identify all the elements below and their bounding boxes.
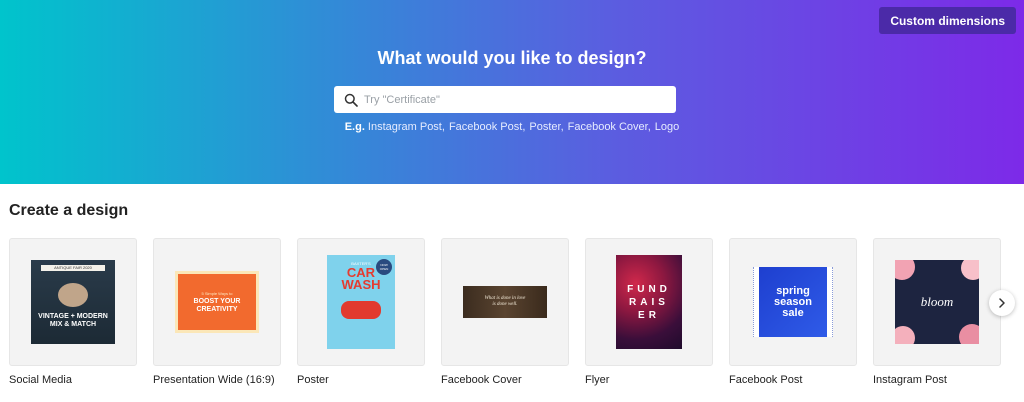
flower-decoration [961, 260, 979, 280]
flower-decoration [959, 324, 979, 344]
design-thumbnail: bloom [873, 238, 1001, 366]
flyer-preview: FUND RAIS ER [616, 255, 682, 349]
flower-decoration [895, 326, 915, 344]
chevron-right-icon [999, 298, 1005, 308]
design-card-instagram-post[interactable]: bloom Instagram Post [873, 238, 1001, 386]
social-media-preview: ANTIQUE FAIR 2020 VINTAGE + MODERN MIX &… [31, 260, 115, 344]
facebook-post-preview: spring season sale [753, 267, 833, 337]
design-thumbnail: 5 Simple Ways to BOOST YOUR CREATIVITY [153, 238, 281, 366]
design-thumbnail: ANTIQUE FAIR 2020 VINTAGE + MODERN MIX &… [9, 238, 137, 366]
carousel-next-button[interactable] [989, 290, 1015, 316]
hero-banner: Custom dimensions What would you like to… [0, 0, 1024, 184]
flower-decoration [895, 260, 915, 280]
example-searches: E.g. Instagram Post, Facebook Post, Poster,… [344, 121, 680, 133]
example-link-facebook-post[interactable]: Facebook Post [449, 121, 522, 133]
examples-prefix: E.g. [344, 121, 365, 133]
presentation-preview: 5 Simple Ways to BOOST YOUR CREATIVITY [175, 271, 259, 333]
example-link-instagram-post[interactable]: Instagram Post [368, 121, 442, 133]
photo-placeholder [58, 283, 88, 307]
design-search[interactable] [334, 86, 676, 113]
design-thumbnail: What is done in love is done well. [441, 238, 569, 366]
car-illustration [341, 301, 381, 319]
section-title: Create a design [9, 202, 129, 219]
design-card-presentation-wide[interactable]: 5 Simple Ways to BOOST YOUR CREATIVITY P… [153, 238, 281, 386]
design-card-flyer[interactable]: FUND RAIS ER Flyer [585, 238, 713, 386]
design-card-label: Presentation Wide (16:9) [153, 374, 275, 386]
design-card-poster[interactable]: BAXTER'S CAR WASH NOW OPEN Poster [297, 238, 425, 386]
design-type-carousel: ANTIQUE FAIR 2020 VINTAGE + MODERN MIX &… [9, 238, 1024, 398]
design-card-facebook-cover[interactable]: What is done in love is done well. Faceb… [441, 238, 569, 386]
design-card-label: Facebook Cover [441, 374, 522, 386]
poster-preview: BAXTER'S CAR WASH NOW OPEN [327, 255, 395, 349]
design-card-label: Social Media [9, 374, 72, 386]
design-card-social-media[interactable]: ANTIQUE FAIR 2020 VINTAGE + MODERN MIX &… [9, 238, 137, 386]
poster-badge: NOW OPEN [376, 259, 392, 275]
design-card-label: Flyer [585, 374, 610, 386]
example-link-poster[interactable]: Poster [529, 121, 560, 133]
search-icon [344, 93, 358, 107]
design-card-label: Instagram Post [873, 374, 947, 386]
design-card-label: Poster [297, 374, 329, 386]
design-card-label: Facebook Post [729, 374, 803, 386]
design-thumbnail: FUND RAIS ER [585, 238, 713, 366]
design-thumbnail: BAXTER'S CAR WASH NOW OPEN [297, 238, 425, 366]
custom-dimensions-button[interactable]: Custom dimensions [879, 7, 1016, 34]
search-input[interactable] [364, 86, 676, 113]
design-thumbnail: spring season sale [729, 238, 857, 366]
design-card-facebook-post[interactable]: spring season sale Facebook Post [729, 238, 857, 386]
facebook-cover-preview: What is done in love is done well. [463, 286, 547, 318]
instagram-post-preview: bloom [895, 260, 979, 344]
hero-title: What would you like to design? [377, 48, 647, 68]
example-link-facebook-cover[interactable]: Facebook Cover [568, 121, 648, 133]
example-link-logo[interactable]: Logo [655, 121, 679, 133]
